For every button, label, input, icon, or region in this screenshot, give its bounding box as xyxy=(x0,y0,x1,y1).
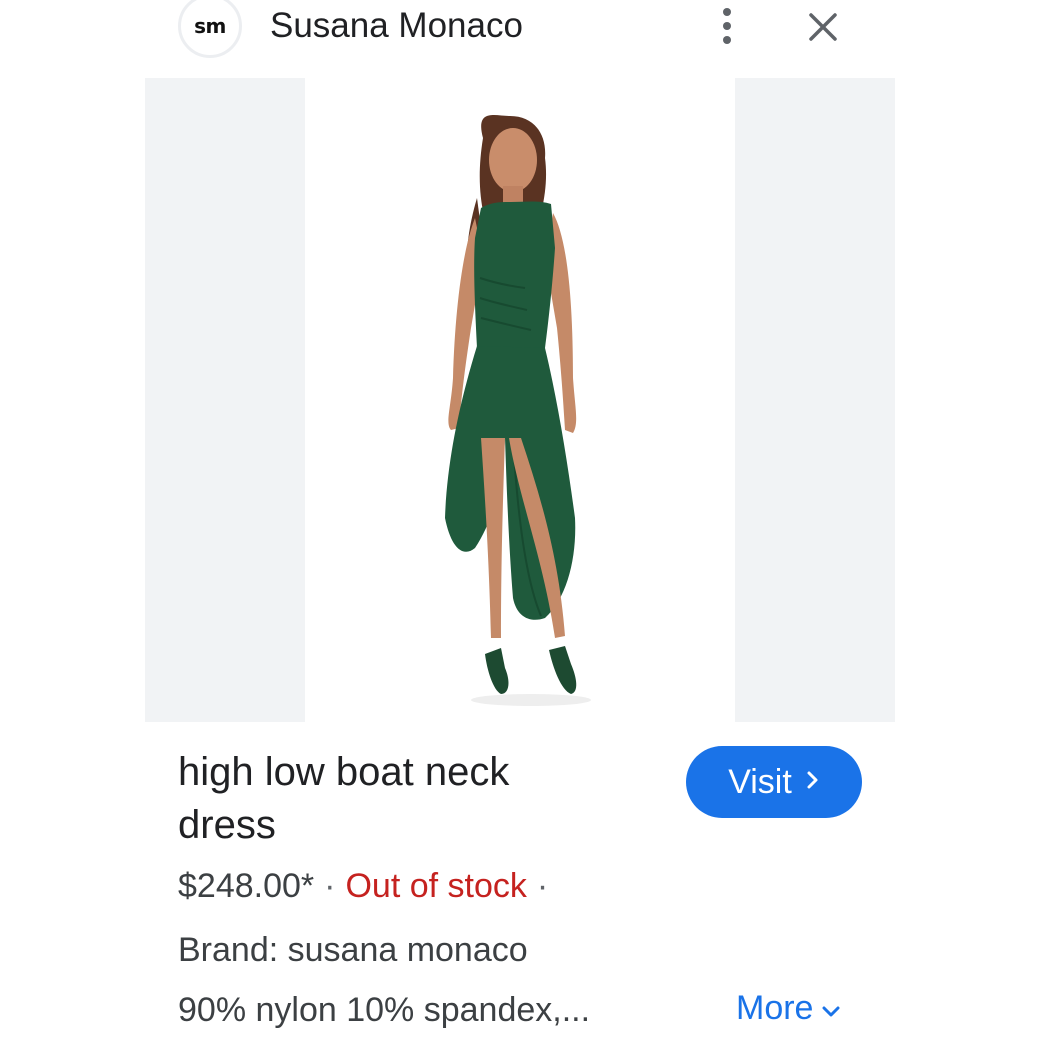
more-vert-icon[interactable] xyxy=(712,8,742,44)
visit-button-label: Visit xyxy=(728,762,792,801)
image-gallery[interactable] xyxy=(0,78,1040,722)
chevron-right-icon xyxy=(806,767,820,798)
site-name[interactable]: Susana Monaco xyxy=(270,4,523,48)
product-image[interactable] xyxy=(305,78,735,722)
visit-button[interactable]: Visit xyxy=(686,746,862,818)
price: $248.00* xyxy=(178,867,315,905)
stock-status: Out of stock xyxy=(345,867,527,905)
close-icon[interactable] xyxy=(804,8,842,46)
more-link-label: More xyxy=(736,989,814,1027)
header-bar: sm Susana Monaco xyxy=(0,0,1040,70)
material-info: 90% nylon 10% spandex,... xyxy=(178,991,591,1029)
chevron-down-icon xyxy=(813,988,841,1028)
next-image-panel[interactable] xyxy=(735,78,895,722)
site-logo[interactable]: sm xyxy=(178,0,242,58)
separator-dot-trailing: · xyxy=(536,867,549,905)
brand-info: Brand: susana monaco xyxy=(178,931,528,969)
more-link[interactable]: More xyxy=(736,988,841,1028)
price-line: $248.00* · Out of stock · xyxy=(178,866,558,906)
separator-dot: · xyxy=(324,867,336,905)
previous-image-panel[interactable] xyxy=(145,78,305,722)
logo-text: sm xyxy=(194,14,226,38)
product-title[interactable]: high low boat neck dress xyxy=(178,746,618,852)
